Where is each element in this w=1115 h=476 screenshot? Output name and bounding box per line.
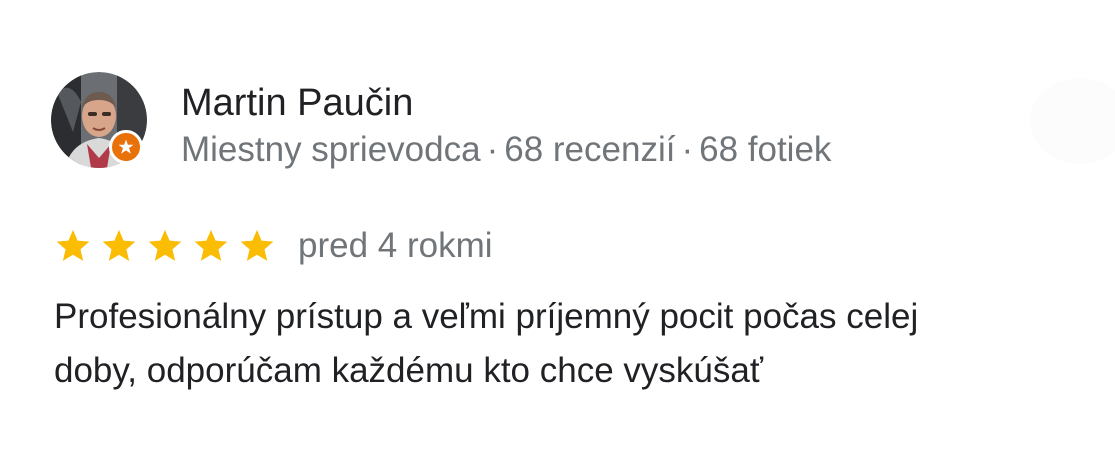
star-icon <box>148 229 182 261</box>
review-text: Profesionálny prístup a veľmi príjemný p… <box>54 297 919 390</box>
rating-row: pred 4 rokmi <box>54 222 493 270</box>
reviewer-meta: Miestny sprievodca · 68 recenzií · 68 fotiek <box>181 128 831 172</box>
star-rating <box>54 227 284 265</box>
local-guide-label: Miestny sprievodca <box>181 130 481 169</box>
star-icon <box>102 229 136 261</box>
meta-separator: · <box>486 130 499 169</box>
star-icon <box>194 229 228 261</box>
more-options-button[interactable] <box>1030 78 1115 164</box>
review-card: Martin Paučin Miestny sprievodca · 68 rece… <box>0 0 1115 476</box>
meta-separator: · <box>681 130 694 169</box>
reviewer-avatar[interactable] <box>51 72 147 168</box>
reviews-count: 68 recenzií <box>504 130 676 169</box>
star-icon <box>56 229 90 261</box>
review-date: pred 4 rokmi <box>298 226 493 265</box>
local-guide-star-icon <box>109 130 143 164</box>
star-icon <box>240 229 274 261</box>
reviewer-name[interactable]: Martin Paučin <box>181 80 413 126</box>
photos-count: 68 fotiek <box>699 130 832 169</box>
